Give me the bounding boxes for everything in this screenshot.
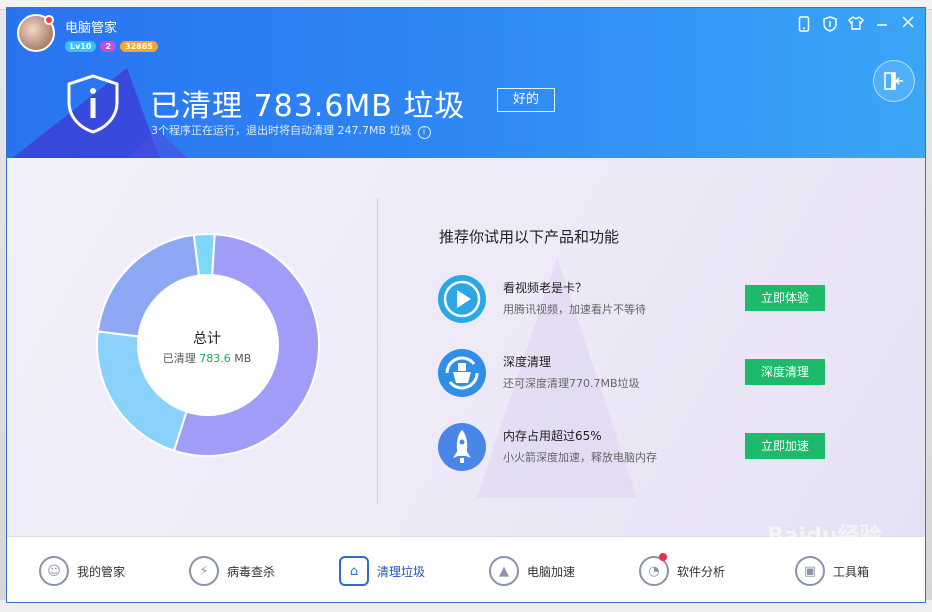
speed-up-button[interactable]: 立即加速 xyxy=(745,433,825,459)
info-shield-icon xyxy=(67,74,119,134)
panel-divider xyxy=(377,198,378,503)
result-panel: 总计 已清理 783.6 MB 推荐你试用以下产品和功能 看视频老是卡？ 用腾讯… xyxy=(7,158,925,536)
nav-label: 病毒查杀 xyxy=(226,564,275,579)
auto-clean-note: 3个程序正在运行，退出时将自动清理 247.7MB 垃圾 i xyxy=(151,122,431,139)
recommend-title: 推荐你试用以下产品和功能 xyxy=(439,228,620,246)
minimize-icon[interactable] xyxy=(873,16,891,34)
coin-badge[interactable]: 32885 xyxy=(120,41,158,52)
cleanup-icon: ⌂ xyxy=(338,556,369,586)
rocket-icon: ▲ xyxy=(488,556,519,586)
recommend-item-memory: 内存占用超过65% 小火箭深度加速，释放电脑内存 立即加速 xyxy=(437,422,917,474)
user-badges: Lv10 2 32885 xyxy=(65,41,158,52)
watermark: Baidu经验 xyxy=(767,524,882,549)
recommend-item-desc: 还可深度清理770.7MB垃圾 xyxy=(503,377,640,390)
cleaned-headline: 已清理 783.6MB 垃圾 xyxy=(150,89,466,124)
deep-clean-icon[interactable] xyxy=(437,348,487,398)
rocket-icon[interactable] xyxy=(437,422,487,472)
notification-dot xyxy=(44,15,54,25)
recommend-item-desc: 小火箭深度加速，释放电脑内存 xyxy=(503,451,657,464)
recommend-item-video: 看视频老是卡？ 用腾讯视频，加速看片不等待 立即体验 xyxy=(437,274,917,326)
nav-label: 电脑加速 xyxy=(526,564,575,579)
phone-icon[interactable] xyxy=(795,16,813,34)
header-banner: 电脑管家 Lv10 2 32885 已清理 783.6MB 垃圾 好的 3个程序… xyxy=(7,8,925,158)
video-play-icon[interactable] xyxy=(437,274,487,324)
recommend-item-desc: 用腾讯视频，加速看片不等待 xyxy=(503,303,646,316)
nav-label: 清理垃圾 xyxy=(376,564,425,579)
close-icon[interactable] xyxy=(899,16,917,34)
cleaned-prefix: 已清理 xyxy=(162,352,196,365)
recommend-item-title: 深度清理 xyxy=(503,355,552,369)
total-cleaned: 已清理 783.6 MB xyxy=(137,350,277,366)
info-icon[interactable]: i xyxy=(417,126,431,139)
deep-clean-button[interactable]: 深度清理 xyxy=(745,359,825,385)
toolbox-icon: ▣ xyxy=(794,556,825,586)
nav-speed-up[interactable]: ▲ 电脑加速 xyxy=(457,537,607,602)
ok-button[interactable]: 好的 xyxy=(497,88,555,112)
shield-icon[interactable] xyxy=(821,16,839,34)
recommend-item-title: 看视频老是卡？ xyxy=(503,281,588,295)
nav-label: 工具箱 xyxy=(832,564,869,579)
virus-scan-icon: ⚡ xyxy=(188,556,219,586)
nav-virus-scan[interactable]: ⚡ 病毒查杀 xyxy=(157,537,307,602)
shirt-icon[interactable] xyxy=(847,15,865,34)
nav-my-butler[interactable]: ☺ 我的管家 xyxy=(7,537,157,602)
app-title: 电脑管家 xyxy=(65,21,118,36)
total-label: 总计 xyxy=(193,331,221,347)
avatar[interactable] xyxy=(17,14,55,52)
nav-cleanup[interactable]: ⌂ 清理垃圾 xyxy=(307,537,457,602)
nav-label: 软件分析 xyxy=(676,564,725,579)
cleaned-unit: MB xyxy=(234,352,252,365)
nav-label: 我的管家 xyxy=(76,564,125,579)
pc-manager-window: 电脑管家 Lv10 2 32885 已清理 783.6MB 垃圾 好的 3个程序… xyxy=(6,7,926,603)
cleaned-value: 783.6 xyxy=(199,352,231,365)
recommend-item-deep-clean: 深度清理 还可深度清理770.7MB垃圾 深度清理 xyxy=(437,348,917,400)
titlebar-controls xyxy=(795,15,917,34)
notification-dot xyxy=(659,553,667,561)
level-badge[interactable]: Lv10 xyxy=(65,41,97,52)
try-now-button[interactable]: 立即体验 xyxy=(745,285,825,311)
auto-clean-text: 3个程序正在运行，退出时将自动清理 247.7MB 垃圾 xyxy=(151,124,412,137)
butler-icon: ☺ xyxy=(38,556,69,586)
exit-icon[interactable] xyxy=(873,60,915,102)
recommend-item-title: 内存占用超过65% xyxy=(503,429,602,443)
message-badge[interactable]: 2 xyxy=(100,41,117,52)
nav-software-analysis[interactable]: ◔ 软件分析 xyxy=(607,537,757,602)
